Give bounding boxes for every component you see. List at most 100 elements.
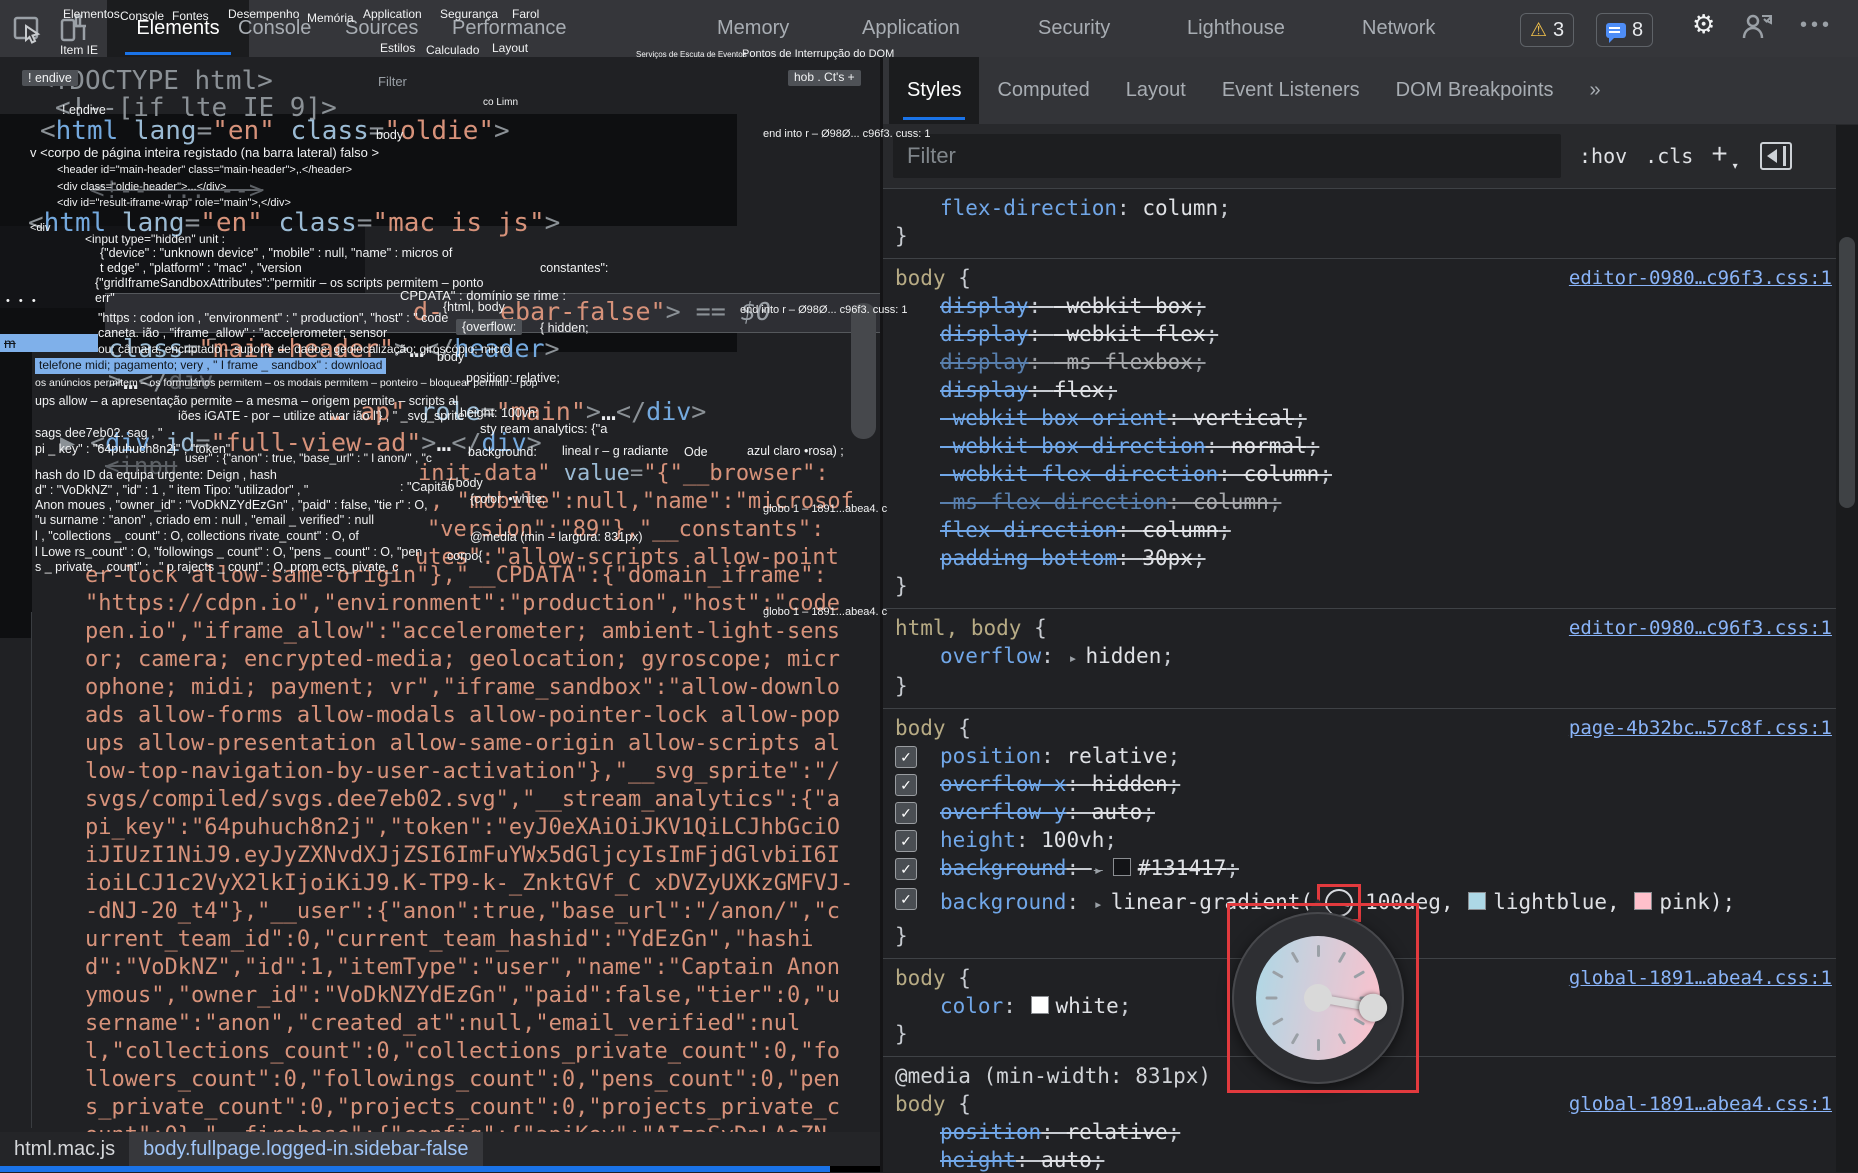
code-token: } [895,924,908,948]
styles-tab-bar: StylesComputedLayoutEvent ListenersDOM B… [883,57,1858,124]
devtools-tab-lighthouse[interactable]: Lighthouse [1187,0,1285,57]
breadcrumb-item[interactable]: html.mac.js [0,1132,129,1166]
css-selector-row[interactable]: html, body {editor-0980…c96f3.css:1 [895,614,1832,642]
code-token: relative [1066,1120,1167,1144]
css-selector-row[interactable]: body {page-4b32bc…57c8f.css:1 [895,714,1832,742]
code-token: , [1607,890,1632,914]
property-checkbox[interactable]: ✓ [895,774,917,796]
css-property-row[interactable]: overflow: ▸hidden; [895,642,1832,672]
stylesheet-link[interactable]: editor-0980…c96f3.css:1 [1569,264,1832,292]
dom-text-line: iJIUzI1NiJ9.eyJyZXNvdXJjZSI6ImFuYWx5dGlj… [85,842,853,870]
stylesheet-link[interactable]: page-4b32bc…57c8f.css:1 [1569,714,1832,742]
annotation-box-clock [1227,903,1419,1093]
color-swatch[interactable] [1031,996,1049,1014]
property-checkbox[interactable]: ✓ [895,830,917,852]
styles-tab-»[interactable]: » [1572,57,1619,124]
code-token: { [958,1092,971,1116]
css-property-row[interactable]: position: relative; [895,1118,1832,1146]
breadcrumb-item[interactable]: body.fullpage.logged-in.sidebar-false [129,1132,482,1166]
css-property-row[interactable]: ✓overflow-x: hidden; [895,770,1832,798]
devtools-tab-security[interactable]: Security [1038,0,1110,57]
css-property-row[interactable]: ✓height: 100vh; [895,826,1832,854]
person-feedback-icon[interactable] [1738,8,1776,46]
css-property-row[interactable]: ✓overflow-y: auto; [895,798,1832,826]
code-token: : [1029,350,1054,374]
css-property-row[interactable]: ✓position: relative; [895,742,1832,770]
stylesheet-link[interactable]: global-1891…abea4.css:1 [1569,1090,1832,1118]
css-property-row[interactable]: flex-direction: column; [895,516,1832,544]
overlay-text: constantes": [540,261,608,275]
code-token: "en" [212,116,275,146]
code-token: "{"__browser": [643,461,828,486]
dom-text-line: pi_key":"64puhuch8n2j","token":"eyJ0eXAi… [85,814,853,842]
css-property-row[interactable]: ✓background: ▸#131417; [895,854,1832,884]
message-icon [1606,23,1626,38]
expand-arrow-icon[interactable]: ▸ [1094,861,1103,879]
styles-tab-event-listeners[interactable]: Event Listeners [1204,57,1378,124]
color-swatch[interactable] [1113,858,1131,876]
css-property-row[interactable]: display: flex; [895,376,1832,404]
property-checkbox[interactable]: ✓ [895,802,917,824]
css-property-row[interactable]: display: -webkit-box; [895,292,1832,320]
css-property-row[interactable]: -ms-flex-direction: column; [895,488,1832,516]
expand-arrow-icon[interactable]: ▸ [1068,649,1077,667]
css-selector-row[interactable]: body {global-1891…abea4.css:1 [895,1090,1832,1118]
css-property-row[interactable]: -webkit-flex-direction: column; [895,460,1832,488]
stylesheet-link[interactable]: global-1891…abea4.css:1 [1569,964,1832,992]
left-scrollbar-thumb[interactable] [851,303,876,439]
code-token: : [1066,800,1091,824]
css-property-row[interactable]: -webkit-box-orient: vertical; [895,404,1832,432]
styles-tab-dom-breakpoints[interactable]: DOM Breakpoints [1378,57,1572,124]
property-checkbox[interactable]: ✓ [895,746,917,768]
code-token: < [40,116,56,146]
gear-icon[interactable]: ⚙ [1692,9,1715,40]
devtools-tab-network[interactable]: Network [1362,0,1435,57]
code-token: display [940,350,1029,374]
property-checkbox[interactable]: ✓ [895,888,917,910]
inspect-element-icon[interactable] [8,10,46,48]
styles-filter-input[interactable] [893,134,1561,178]
code-token: lightblue [1493,890,1607,914]
code-token: : [1029,294,1054,318]
overlay-text: "https : codon ion , "environment" : " p… [98,311,448,325]
dom-tree-line[interactable]: <html lang="en" class="oldie"> [40,116,510,146]
overlay-text: t edge" , "platform" : "mac" , "version [100,261,302,275]
css-property-row[interactable]: display: -ms-flexbox; [895,348,1832,376]
overlay-text: Estilos [380,42,415,56]
css-property-row[interactable]: flex-direction: column; [895,194,1832,222]
code-token: ; [1161,644,1174,668]
color-swatch[interactable] [1634,892,1652,910]
code-token: : [1066,772,1091,796]
toggle-hover-state-button[interactable]: :hov [1579,144,1627,168]
issues-badge[interactable]: 8 [1596,13,1653,47]
toggle-class-button[interactable]: .cls [1645,144,1693,168]
code-token: ; [1269,490,1282,514]
css-property-row[interactable]: padding-bottom: 30px; [895,544,1832,572]
warnings-badge[interactable]: ⚠ 3 [1520,13,1574,47]
expand-arrow-icon[interactable]: ▸ [1094,895,1103,913]
styles-tab-styles[interactable]: Styles [889,57,979,124]
css-selector-row[interactable]: body {editor-0980…c96f3.css:1 [895,264,1832,292]
overlay-text: <input type="hidden" unit : [85,233,225,247]
code-token: > [691,397,706,426]
styles-tab-computed[interactable]: Computed [979,57,1107,124]
overlay-text: Pontos de Interrupção do DOM [742,48,894,61]
property-checkbox[interactable]: ✓ [895,858,917,880]
new-style-rule-button[interactable]: + [1711,138,1727,170]
overlay-text: sty ream analytics: {"a [480,422,607,437]
css-property-row[interactable]: -webkit-box-direction: normal; [895,432,1832,460]
css-property-row[interactable]: } [895,222,1832,250]
css-property-row[interactable]: display: -webkit-flex; [895,320,1832,348]
right-scrollbar-thumb[interactable] [1839,237,1855,508]
dock-sidebar-icon[interactable] [1760,142,1792,170]
color-swatch[interactable] [1468,892,1486,910]
styles-tab-layout[interactable]: Layout [1108,57,1204,124]
code-token: flex-direction [940,196,1117,220]
more-menu-icon[interactable]: ••• [1800,14,1833,37]
css-property-row[interactable]: } [895,572,1832,600]
css-property-row[interactable]: } [895,672,1832,700]
css-property-row[interactable]: height: auto; [895,1146,1832,1173]
overlay-text: Fontes [172,10,209,24]
stylesheet-link[interactable]: editor-0980…c96f3.css:1 [1569,614,1832,642]
overlay-text: • • • [6,295,39,308]
